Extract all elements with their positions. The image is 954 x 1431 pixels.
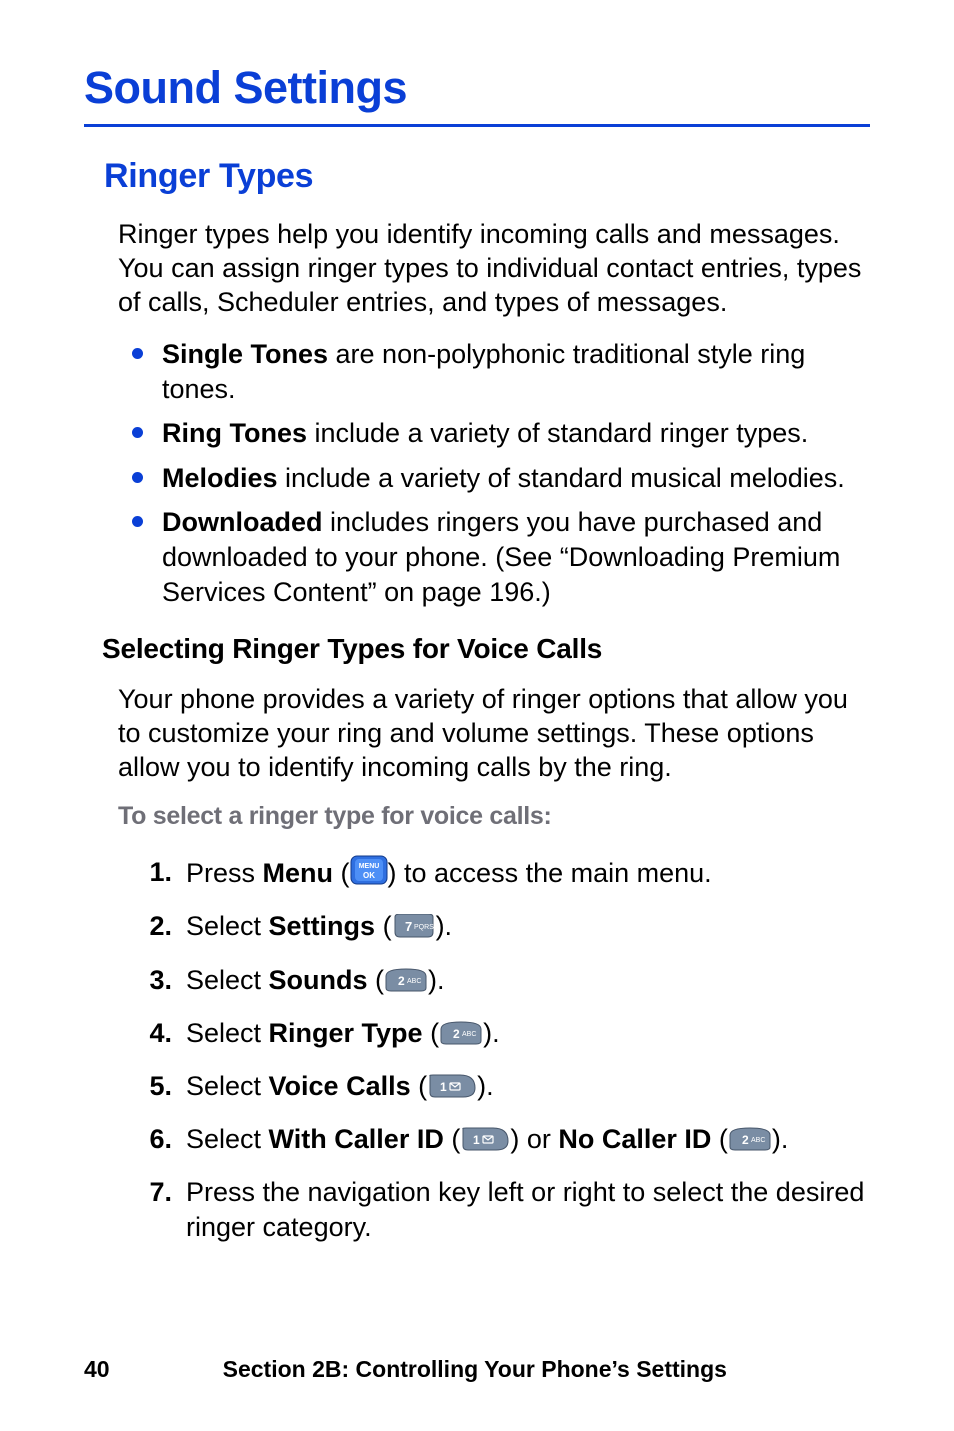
step-text: ( xyxy=(711,1124,728,1154)
key-2-icon: 2ABC xyxy=(439,1021,483,1045)
footer-section: Section 2B: Controlling Your Phone’s Set… xyxy=(110,1356,840,1383)
bullet-bold: Ring Tones xyxy=(162,418,307,448)
page-title: Sound Settings xyxy=(84,62,870,127)
step-text: ( xyxy=(375,911,392,941)
steps-list: Press Menu (MENUOK) to access the main m… xyxy=(126,855,870,1245)
step-item: Select Settings (7PQRS). xyxy=(126,909,870,944)
svg-text:1: 1 xyxy=(473,1133,480,1147)
bullet-bold: Downloaded xyxy=(162,507,323,537)
svg-text:2: 2 xyxy=(453,1027,460,1041)
step-bold: Sounds xyxy=(269,965,368,995)
list-item: Ring Tones include a variety of standard… xyxy=(118,416,870,451)
bullet-text: include a variety of standard ringer typ… xyxy=(307,418,808,448)
section-heading: Ringer Types xyxy=(104,157,870,196)
bullet-bold: Melodies xyxy=(162,463,278,493)
menu-ok-key-icon: MENUOK xyxy=(350,855,388,885)
step-bold: Menu xyxy=(263,858,334,888)
key-2-icon: 2ABC xyxy=(728,1127,772,1151)
step-text: Select xyxy=(186,1018,269,1048)
step-text: ). xyxy=(483,1018,500,1048)
step-text: ) or xyxy=(510,1124,558,1154)
page-footer: 40 Section 2B: Controlling Your Phone’s … xyxy=(84,1356,870,1383)
intro-paragraph: Ringer types help you identify incoming … xyxy=(118,218,870,319)
step-text: ). xyxy=(428,965,445,995)
key-1-icon: 1 xyxy=(427,1074,477,1098)
step-bold: Voice Calls xyxy=(269,1071,411,1101)
svg-text:7: 7 xyxy=(405,919,412,934)
svg-text:PQRS: PQRS xyxy=(414,924,434,931)
step-bold: Settings xyxy=(269,911,376,941)
svg-text:2: 2 xyxy=(742,1133,749,1147)
bullet-text: include a variety of standard musical me… xyxy=(278,463,845,493)
svg-text:2: 2 xyxy=(398,974,405,988)
step-item: Press Menu (MENUOK) to access the main m… xyxy=(126,855,870,891)
step-text: Select xyxy=(186,1071,269,1101)
list-item: Melodies include a variety of standard m… xyxy=(118,461,870,496)
step-text: ( xyxy=(368,965,385,995)
svg-text:MENU: MENU xyxy=(358,863,379,870)
step-text: Press xyxy=(186,858,263,888)
svg-text:ABC: ABC xyxy=(462,1031,476,1038)
step-text: ). xyxy=(772,1124,789,1154)
step-item: Select Sounds (2ABC). xyxy=(126,963,870,998)
step-text: ( xyxy=(333,858,350,888)
step-text: ( xyxy=(423,1018,440,1048)
step-bold: Ringer Type xyxy=(269,1018,423,1048)
svg-text:ABC: ABC xyxy=(751,1137,765,1144)
subheading: Selecting Ringer Types for Voice Calls xyxy=(102,633,870,665)
bullet-list: Single Tones are non-polyphonic traditio… xyxy=(118,337,870,609)
page-number: 40 xyxy=(84,1356,110,1383)
step-text: ). xyxy=(436,911,453,941)
step-bold: No Caller ID xyxy=(558,1124,711,1154)
svg-text:ABC: ABC xyxy=(407,978,421,985)
lead-in: To select a ringer type for voice calls: xyxy=(118,802,870,831)
list-item: Single Tones are non-polyphonic traditio… xyxy=(118,337,870,406)
step-text: ). xyxy=(477,1071,494,1101)
list-item: Downloaded includes ringers you have pur… xyxy=(118,505,870,609)
step-text: Press the navigation key left or right t… xyxy=(186,1177,864,1242)
step-text: ) to access the main menu. xyxy=(388,858,712,888)
step-text: ( xyxy=(411,1071,428,1101)
step-item: Select With Caller ID (1 ) or No Caller I… xyxy=(126,1122,870,1157)
step-item: Press the navigation key left or right t… xyxy=(126,1175,870,1245)
step-bold: With Caller ID xyxy=(269,1124,444,1154)
sub-paragraph: Your phone provides a variety of ringer … xyxy=(118,683,870,784)
svg-text:1: 1 xyxy=(440,1080,447,1094)
step-text: ( xyxy=(444,1124,461,1154)
key-7-icon: 7PQRS xyxy=(392,914,436,938)
step-item: Select Voice Calls (1). xyxy=(126,1069,870,1104)
key-2-icon: 2ABC xyxy=(384,968,428,992)
step-text: Select xyxy=(186,1124,269,1154)
step-text: Select xyxy=(186,911,269,941)
key-1-icon: 1 xyxy=(460,1127,510,1151)
step-text: Select xyxy=(186,965,269,995)
step-item: Select Ringer Type (2ABC). xyxy=(126,1016,870,1051)
bullet-bold: Single Tones xyxy=(162,339,328,369)
svg-text:OK: OK xyxy=(363,871,375,880)
